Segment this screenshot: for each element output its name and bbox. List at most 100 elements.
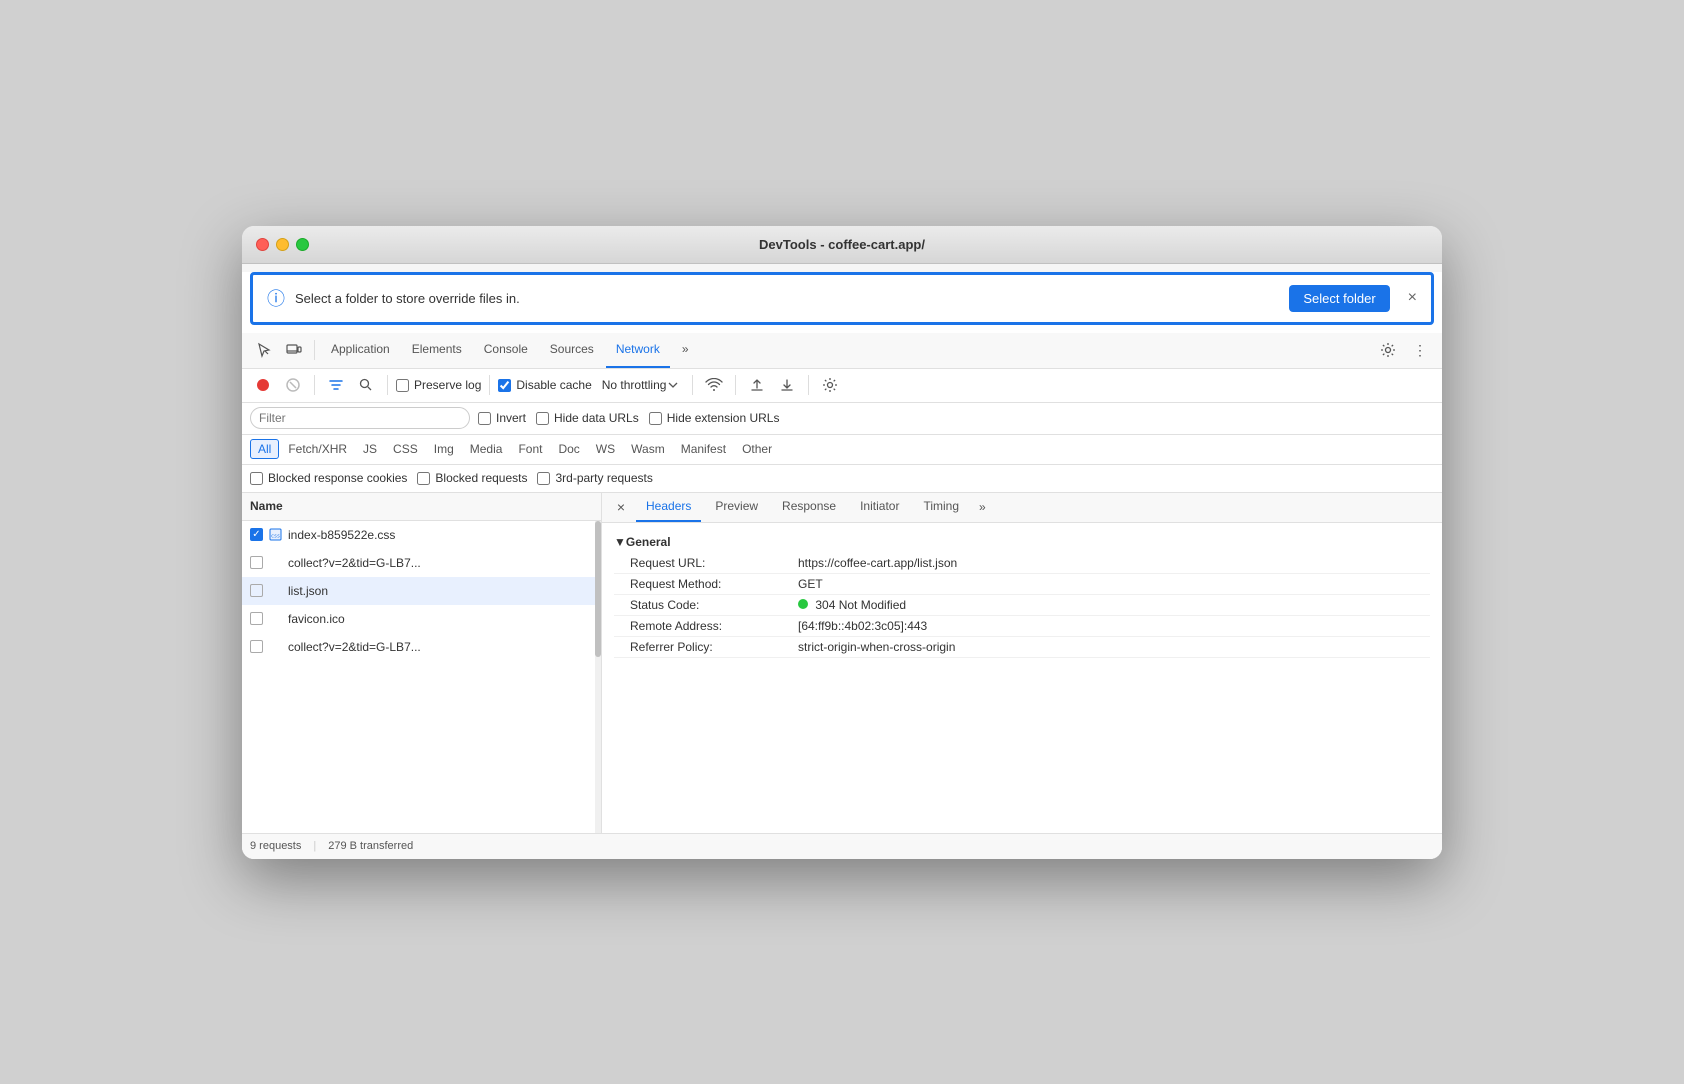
blocked-requests-checkbox[interactable]: Blocked requests [417,471,527,485]
tab-initiator[interactable]: Initiator [850,493,909,523]
third-party-checkbox[interactable]: 3rd-party requests [537,471,652,485]
scrollbar-thumb[interactable] [595,521,601,657]
filter-bar: Invert Hide data URLs Hide extension URL… [242,403,1442,435]
type-btn-js[interactable]: JS [356,440,384,458]
fullscreen-button[interactable] [296,238,309,251]
type-btn-doc[interactable]: Doc [551,440,586,458]
type-btn-fetch-xhr[interactable]: Fetch/XHR [281,440,354,458]
toolbar-separator-4 [692,375,693,395]
tab-timing[interactable]: Timing [913,493,969,523]
download-icon[interactable] [774,372,800,398]
tab-more[interactable]: » [672,332,699,368]
file-checkbox-5[interactable] [250,640,263,653]
disable-cache-checkbox[interactable]: Disable cache [498,378,591,392]
tab-headers[interactable]: Headers [636,493,701,523]
network-settings-icon[interactable] [817,372,843,398]
device-icon[interactable] [280,336,308,364]
type-btn-ws[interactable]: WS [589,440,622,458]
file-checkbox-4[interactable] [250,612,263,625]
list-item[interactable]: collect?v=2&tid=G-LB7... [242,633,601,661]
status-dot [798,599,808,609]
request-method-value: GET [798,577,823,591]
toolbar-separator-2 [387,375,388,395]
request-url-key: Request URL: [630,556,790,570]
blocked-cookies-checkbox[interactable]: Blocked response cookies [250,471,407,485]
filter-icon[interactable] [323,372,349,398]
type-btn-wasm[interactable]: Wasm [624,440,672,458]
tab-network[interactable]: Network [606,332,670,368]
third-party-input[interactable] [537,472,550,485]
minimize-button[interactable] [276,238,289,251]
request-url-row: Request URL: https://coffee-cart.app/lis… [614,553,1430,574]
hide-data-urls-checkbox[interactable]: Hide data URLs [536,411,639,425]
hide-extension-urls-input[interactable] [649,412,662,425]
file-checkbox-2[interactable] [250,556,263,569]
blocked-requests-input[interactable] [417,472,430,485]
type-btn-font[interactable]: Font [511,440,549,458]
throttling-dropdown[interactable]: No throttling [596,376,685,394]
settings-icon[interactable] [1374,336,1402,364]
list-item[interactable]: favicon.ico [242,605,601,633]
hide-extension-urls-checkbox[interactable]: Hide extension URLs [649,411,780,425]
tab-response[interactable]: Response [772,493,846,523]
blocked-cookies-input[interactable] [250,472,263,485]
preserve-log-checkbox[interactable]: Preserve log [396,378,481,392]
upload-icon[interactable] [744,372,770,398]
css-file-icon: css [269,528,282,541]
general-section-header[interactable]: ▼General [614,531,1430,553]
detail-tabs-more[interactable]: » [973,500,992,514]
filter-input[interactable] [250,407,470,429]
type-btn-manifest[interactable]: Manifest [674,440,733,458]
file-name-5: collect?v=2&tid=G-LB7... [288,640,421,654]
list-item[interactable]: ✓ css index-b859522e.css [242,521,601,549]
clear-button[interactable] [280,372,306,398]
tab-elements[interactable]: Elements [402,332,472,368]
hide-data-urls-input[interactable] [536,412,549,425]
toolbar-separator-5 [735,375,736,395]
type-btn-other[interactable]: Other [735,440,779,458]
type-btn-media[interactable]: Media [463,440,510,458]
search-icon[interactable] [353,372,379,398]
tab-separator-1 [314,340,315,360]
filter-options: Invert Hide data URLs Hide extension URL… [478,411,779,425]
status-code-key: Status Code: [630,598,790,612]
notification-close-button[interactable]: × [1408,289,1417,307]
invert-checkbox[interactable]: Invert [478,411,526,425]
tab-sources[interactable]: Sources [540,332,604,368]
remote-address-key: Remote Address: [630,619,790,633]
toolbar-separator-1 [314,375,315,395]
notification-bar: ⓘ Select a folder to store override file… [250,272,1434,325]
type-btn-img[interactable]: Img [427,440,461,458]
record-button[interactable] [250,372,276,398]
list-item[interactable]: list.json [242,577,601,605]
cursor-icon[interactable] [250,336,278,364]
referrer-policy-value: strict-origin-when-cross-origin [798,640,955,654]
disable-cache-input[interactable] [498,379,511,392]
request-method-key: Request Method: [630,577,790,591]
close-button[interactable] [256,238,269,251]
invert-input[interactable] [478,412,491,425]
tab-preview[interactable]: Preview [705,493,768,523]
file-checkbox-1[interactable]: ✓ [250,528,263,541]
select-folder-button[interactable]: Select folder [1289,285,1389,312]
titlebar: DevTools - coffee-cart.app/ [242,226,1442,264]
file-checkbox-3[interactable] [250,584,263,597]
preserve-log-input[interactable] [396,379,409,392]
detail-tabs: × Headers Preview Response Initiator Tim… [602,493,1442,523]
status-separator: | [313,840,316,852]
devtools-body: ⓘ Select a folder to store override file… [242,272,1442,859]
wifi-icon[interactable] [701,372,727,398]
type-btn-all[interactable]: All [250,439,279,459]
tab-application[interactable]: Application [321,332,400,368]
traffic-lights [256,238,309,251]
type-btn-css[interactable]: CSS [386,440,425,458]
detail-close-button[interactable]: × [610,496,632,518]
more-icon[interactable]: ⋮ [1406,336,1434,364]
requests-count: 9 requests [250,840,301,852]
toolbar: Preserve log Disable cache No throttling [242,369,1442,403]
list-item[interactable]: collect?v=2&tid=G-LB7... [242,549,601,577]
remote-address-value: [64:ff9b::4b02:3c05]:443 [798,619,927,633]
file-list-header: Name [242,493,601,521]
file-name-3: list.json [288,584,328,598]
tab-console[interactable]: Console [474,332,538,368]
